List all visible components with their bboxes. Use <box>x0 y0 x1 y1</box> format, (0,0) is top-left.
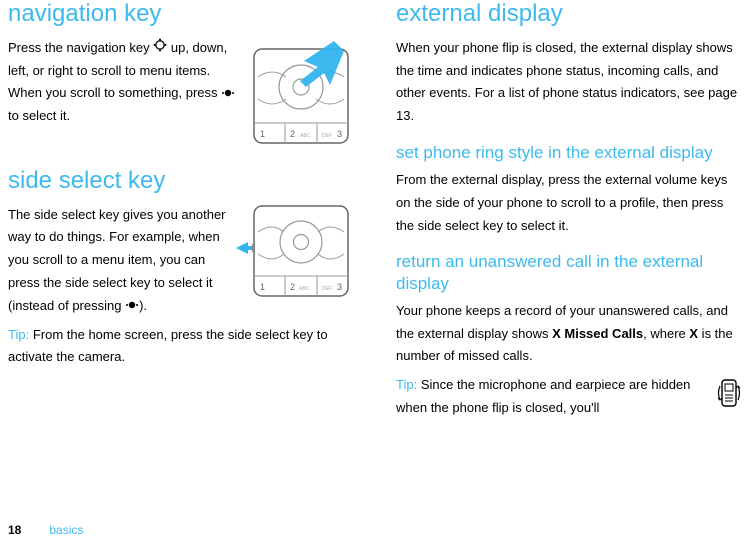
svg-text:2: 2 <box>290 129 295 139</box>
svg-text:ABC: ABC <box>299 286 310 292</box>
return-call-paragraph: Your phone keeps a record of your unansw… <box>396 300 744 368</box>
phone-illustration-nav: 1 2 ABC 3 DEF <box>246 37 356 145</box>
svg-text:DEF: DEF <box>322 286 332 292</box>
text: The side select key gives you another wa… <box>8 207 226 313</box>
text: From the home screen, press the side sel… <box>8 327 328 365</box>
text: , where <box>643 326 689 341</box>
page-footer: 18 basics <box>8 523 83 537</box>
ring-style-paragraph: From the external display, press the ext… <box>396 169 744 237</box>
svg-text:2: 2 <box>290 282 295 292</box>
svg-text:1: 1 <box>260 282 265 292</box>
phone-keypad-side-icon: 1 2 ABC 3 DEF <box>236 204 356 300</box>
flip-phone-illustration <box>716 376 744 415</box>
heading-navigation-key: navigation key <box>8 0 356 29</box>
text: Press the navigation key <box>8 40 153 55</box>
tip-label: Tip: <box>396 377 417 392</box>
flip-tip-paragraph: Tip: Since the microphone and earpiece a… <box>396 374 744 420</box>
heading-side-select: side select key <box>8 167 356 196</box>
flip-tip-block: Tip: Since the microphone and earpiece a… <box>396 374 744 426</box>
tip-label: Tip: <box>8 327 29 342</box>
missed-calls-bold: X Missed Calls <box>552 326 643 341</box>
heading-return-call: return an unanswered call in the externa… <box>396 251 744 294</box>
phone-keypad-nav-icon: 1 2 ABC 3 DEF <box>246 37 356 145</box>
left-column: navigation key 1 <box>8 0 356 426</box>
side-select-block: side select key 1 <box>8 149 356 375</box>
heading-ring-style: set phone ring style in the external dis… <box>396 142 744 163</box>
center-key-icon <box>125 295 139 318</box>
text: to select it. <box>8 108 70 123</box>
page-number: 18 <box>8 523 21 537</box>
text: ). <box>139 298 147 313</box>
phone-illustration-side: 1 2 ABC 3 DEF <box>236 204 356 300</box>
nav-key-icon <box>153 37 167 60</box>
external-display-paragraph: When your phone flip is closed, the exte… <box>396 37 744 128</box>
center-key-icon <box>221 83 235 106</box>
missed-count-bold: X <box>689 326 698 341</box>
svg-text:3: 3 <box>337 129 342 139</box>
right-column: external display When your phone flip is… <box>396 0 744 426</box>
side-select-tip: Tip: From the home screen, press the sid… <box>8 324 356 370</box>
nav-key-block: 1 2 ABC 3 DEF Press the navigation key u… <box>8 37 356 149</box>
text: Since the microphone and earpiece are hi… <box>396 377 690 415</box>
svg-text:3: 3 <box>337 282 342 292</box>
flip-phone-icon <box>716 376 744 410</box>
svg-text:DEF: DEF <box>322 133 332 139</box>
section-name: basics <box>49 523 83 537</box>
heading-external-display: external display <box>396 0 744 29</box>
svg-text:ABC: ABC <box>300 133 311 139</box>
svg-text:1: 1 <box>260 129 265 139</box>
